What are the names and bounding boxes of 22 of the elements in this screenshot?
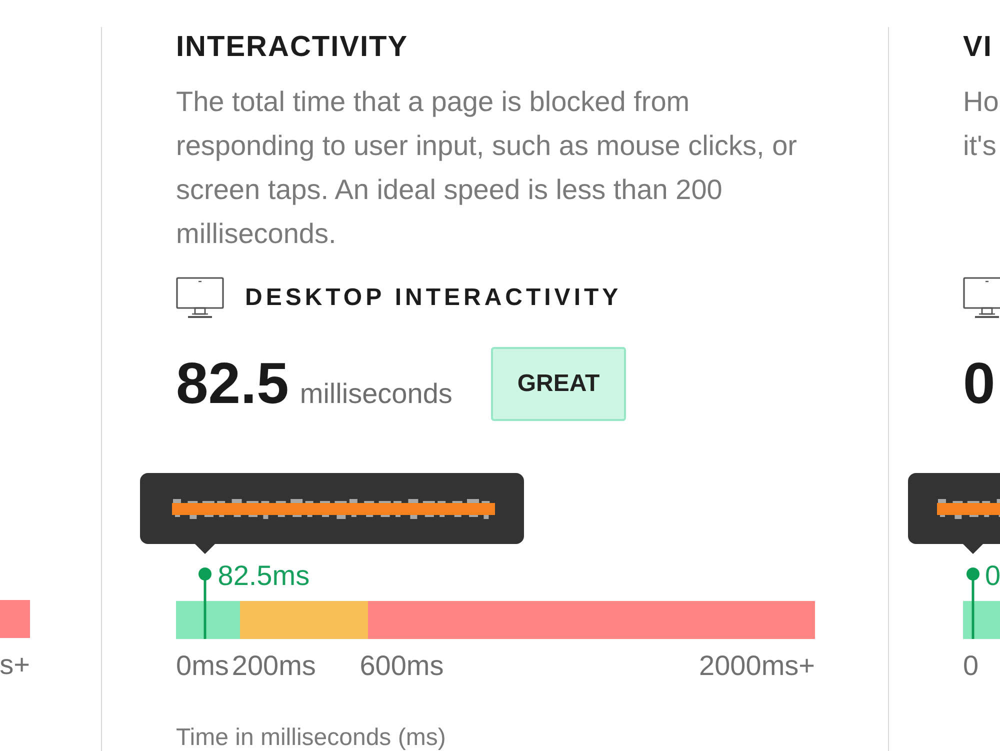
unit-label: milliseconds — [300, 378, 452, 410]
description-text: The total time that a page is blocked from responding to user input, such as mouse clicks, or screen taps. An ideal speed is less than 200 milliseconds. — [176, 85, 798, 251]
redacted-text-drawing — [937, 496, 1000, 520]
metric-value: 0 — [963, 355, 996, 413]
rating-badge: GREAT — [491, 347, 626, 421]
axis-caption: Time in milliseconds (ms) — [176, 724, 447, 751]
device-heading: DESKTOP INTERACTIVITY — [245, 284, 622, 312]
tick-label: s+ — [0, 649, 30, 681]
tick-label: 2000ms+ — [699, 650, 815, 682]
section-title: INTERACTIVITY — [176, 30, 410, 65]
monitor-icon — [963, 277, 1000, 319]
tick-label: 200ms — [232, 650, 316, 682]
description-text: Ho it's — [963, 85, 999, 163]
section-title: VI — [963, 30, 994, 65]
tick-label: 600ms — [360, 650, 444, 682]
monitor-icon — [176, 277, 224, 319]
marker-label: 82.5ms — [218, 561, 310, 591]
marker-pin — [966, 567, 980, 639]
tick-label: 0 — [963, 650, 979, 682]
marker-label: 0 — [985, 561, 1000, 591]
metric-value: 82.5 — [176, 355, 289, 413]
tick-label: 0ms — [176, 650, 229, 682]
